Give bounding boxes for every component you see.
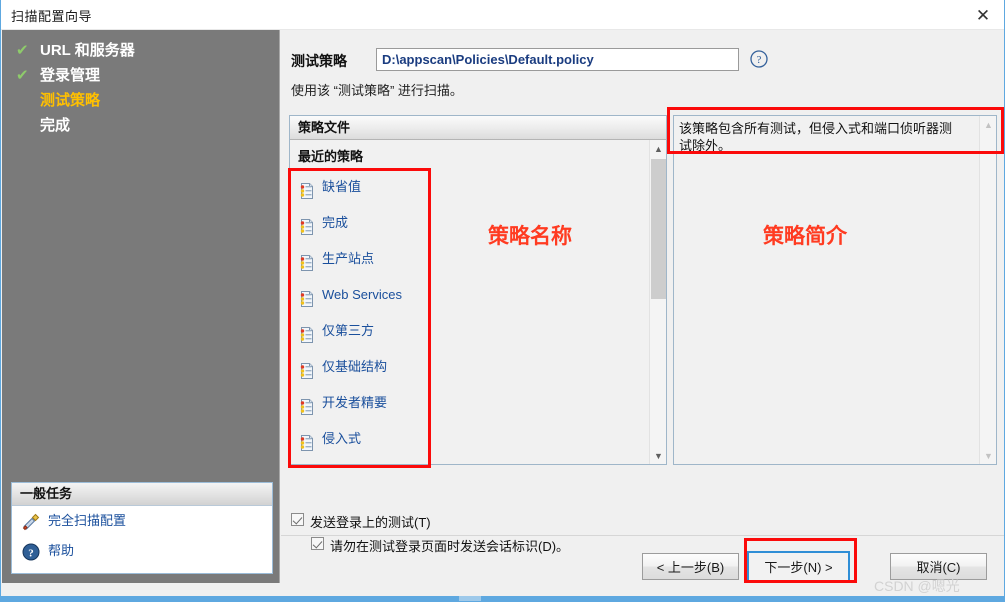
policy-file-icon <box>298 250 316 271</box>
check-icon: ✔ <box>16 67 29 84</box>
sidebar-item-test-policy[interactable]: 测试策略 <box>2 88 280 113</box>
policy-file-icon <box>298 430 316 451</box>
checkbox-no-session-id-on-login-page[interactable]: 请勿在测试登录页面时发送会话标识(D)。 <box>311 536 569 555</box>
policy-file-listbox: 策略文件 最近的策略 缺省值 完成 生产站点 Web Services 仅第三方… <box>289 115 667 465</box>
checkbox-box[interactable] <box>291 513 304 526</box>
list-item-label: 缺省值 <box>322 179 362 194</box>
annotation-label-policy-name: 策略名称 <box>488 225 572 248</box>
close-icon[interactable]: ✕ <box>968 2 998 28</box>
policy-file-icon <box>298 394 316 415</box>
general-tasks-header: 一般任务 <box>12 483 272 506</box>
policy-file-icon <box>298 358 316 379</box>
check-icon: ✔ <box>16 42 29 59</box>
question-circle-icon[interactable]: ? <box>749 49 769 69</box>
title-bar: 扫描配置向导 ✕ <box>1 0 1004 30</box>
checkbox-label: 发送登录上的测试(T) <box>310 515 431 530</box>
sidebar-item-label: 测试策略 <box>40 92 101 109</box>
annotation-label-policy-summary: 策略简介 <box>763 225 847 248</box>
sidebar-item-url-server[interactable]: ✔ URL 和服务器 <box>2 38 280 63</box>
next-button[interactable]: 下一步(N) > <box>747 551 850 582</box>
list-item-label: 仅基础结构 <box>322 359 388 374</box>
policy-file-icon <box>298 322 316 343</box>
back-button[interactable]: < 上一步(B) <box>642 553 739 580</box>
policy-file-icon <box>298 178 316 199</box>
policy-description-text: 该策略包含所有测试，但侵入式和端口侦听器测试除外。 <box>679 121 953 153</box>
list-item-third-party-only[interactable]: 仅第三方 <box>290 313 666 349</box>
checkbox-send-login-tests[interactable]: 发送登录上的测试(T) <box>291 512 431 531</box>
tools-icon <box>22 512 40 531</box>
sidebar-item-label: 登录管理 <box>40 67 101 84</box>
list-item-label: Web Services <box>322 287 402 302</box>
policy-file-header: 策略文件 <box>290 116 666 140</box>
list-item-invasive[interactable]: 侵入式 <box>290 421 666 457</box>
list-item-complete[interactable]: 完成 <box>290 205 666 241</box>
recent-policies-label: 最近的策略 <box>298 149 364 164</box>
policy-row: 测试策略 ? <box>291 48 991 72</box>
policy-description-panel: 该策略包含所有测试，但侵入式和端口侦听器测试除外。 ▲ ▼ <box>673 115 997 465</box>
description-scrollbar[interactable]: ▲ ▼ <box>979 116 996 464</box>
scroll-up-icon[interactable]: ▲ <box>650 140 666 157</box>
check-icon <box>16 113 32 138</box>
list-item-default[interactable]: 缺省值 <box>290 169 666 205</box>
watermark: CSDN @嗯光 <box>874 578 960 594</box>
policy-hint-text: 使用该 “测试策略” 进行扫描。 <box>291 83 463 98</box>
list-item-label: 完成 <box>322 215 349 230</box>
list-item-developer-essentials[interactable]: 开发者精要 <box>290 385 666 421</box>
task-label: 帮助 <box>48 543 75 558</box>
footer-divider <box>281 535 1004 536</box>
checkbox-label: 请勿在测试登录页面时发送会话标识(D)。 <box>330 539 570 554</box>
checkbox-box[interactable] <box>311 537 324 550</box>
svg-text:?: ? <box>757 54 762 66</box>
scroll-up-icon[interactable]: ▲ <box>980 116 996 133</box>
policy-list-scrollbar[interactable]: ▲ ▼ <box>649 140 666 464</box>
list-item-label: 开发者精要 <box>322 395 388 410</box>
resize-grip[interactable] <box>459 596 481 601</box>
sidebar-item-login-management[interactable]: ✔ 登录管理 <box>2 63 280 88</box>
task-help[interactable]: ? 帮助 <box>12 536 272 566</box>
check-icon <box>16 88 32 113</box>
scan-config-wizard-dialog: 扫描配置向导 ✕ ✔ URL 和服务器 ✔ 登录管理 测试策略 完成 一般任务 <box>0 0 1005 602</box>
policy-file-icon <box>298 214 316 235</box>
window-bottom-border <box>1 596 1004 601</box>
wizard-sidebar: ✔ URL 和服务器 ✔ 登录管理 测试策略 完成 一般任务 完全扫描配置 ? … <box>2 30 280 583</box>
svg-text:?: ? <box>28 548 34 560</box>
scroll-down-icon[interactable]: ▼ <box>650 447 666 464</box>
sidebar-item-label: 完成 <box>40 117 71 134</box>
scroll-down-icon[interactable]: ▼ <box>980 447 996 464</box>
policy-field-label: 测试策略 <box>291 53 347 69</box>
general-tasks-panel: 一般任务 完全扫描配置 ? 帮助 <box>11 482 273 574</box>
list-item-label: 生产站点 <box>322 251 375 266</box>
list-item-label: 侵入式 <box>322 431 362 446</box>
list-item-infrastructure-only[interactable]: 仅基础结构 <box>290 349 666 385</box>
list-item-production-site[interactable]: 生产站点 <box>290 241 666 277</box>
wizard-content: 测试策略 ? 使用该 “测试策略” 进行扫描。 策略文件 最近的策略 <box>281 30 1004 583</box>
help-icon: ? <box>22 542 40 561</box>
policy-file-icon <box>298 286 316 307</box>
policy-path-input[interactable] <box>376 48 739 71</box>
task-full-scan-config[interactable]: 完全扫描配置 <box>12 506 272 536</box>
policy-list-body: 最近的策略 缺省值 完成 生产站点 Web Services 仅第三方 仅基础结… <box>290 140 666 464</box>
sidebar-item-label: URL 和服务器 <box>40 42 135 59</box>
wizard-step-list: ✔ URL 和服务器 ✔ 登录管理 测试策略 完成 <box>2 38 280 138</box>
window-title: 扫描配置向导 <box>11 9 93 24</box>
sidebar-item-finish[interactable]: 完成 <box>2 113 280 138</box>
scrollbar-thumb[interactable] <box>651 159 666 299</box>
list-item-web-services[interactable]: Web Services <box>290 277 666 313</box>
list-item-label: 仅第三方 <box>322 323 375 338</box>
task-label: 完全扫描配置 <box>48 513 127 528</box>
